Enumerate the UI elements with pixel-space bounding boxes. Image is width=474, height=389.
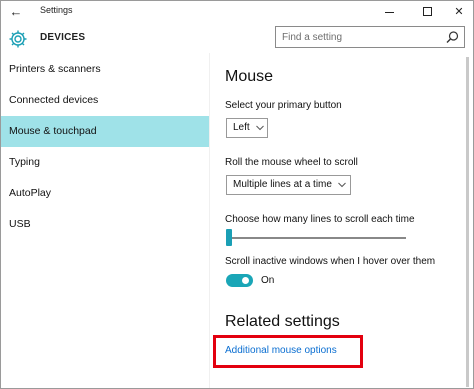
close-icon: ✕ [454,6,464,18]
search-icon[interactable] [444,30,460,45]
search-input[interactable] [282,30,440,45]
maximize-button[interactable] [413,1,443,23]
scroll-label: Roll the mouse wheel to scroll [225,157,358,168]
back-arrow-icon[interactable]: ← [5,2,27,22]
sidebar-item-typing[interactable]: Typing [1,147,209,178]
maximize-icon [423,7,432,16]
section-heading-mouse: Mouse [225,68,274,85]
scroll-value: Multiple lines at a time [233,179,332,190]
sidebar-item-mouse-touchpad[interactable]: Mouse & touchpad [1,116,209,147]
toggle-knob [242,277,249,284]
main-content: Mouse Select your primary button Left Ro… [210,53,461,388]
settings-window: ← Settings ✕ DEVICES Printers & scanners… [0,0,474,389]
scrollbar-thumb[interactable] [466,57,469,387]
primary-button-label: Select your primary button [225,100,342,111]
scroll-dropdown[interactable]: Multiple lines at a time [226,175,351,195]
section-heading-related: Related settings [225,313,340,330]
chevron-down-icon [338,182,346,188]
window-title: Settings [40,5,73,15]
sidebar-item-autoplay[interactable]: AutoPlay [1,178,209,209]
title-bar: ← Settings ✕ [1,1,473,23]
additional-mouse-options-link[interactable]: Additional mouse options [225,345,337,356]
sidebar-item-usb[interactable]: USB [1,209,209,240]
gear-icon [9,30,27,48]
page-header: DEVICES [1,23,473,53]
chevron-down-icon [256,125,264,131]
scrollbar[interactable] [461,53,473,388]
inactive-scroll-label: Scroll inactive windows when I hover ove… [225,256,436,267]
sidebar-item-connected-devices[interactable]: Connected devices [1,85,209,116]
inactive-scroll-toggle[interactable] [226,274,253,287]
toggle-state-label: On [261,275,275,286]
lines-slider-track[interactable] [226,237,406,239]
sidebar-item-printers-scanners[interactable]: Printers & scanners [1,54,209,85]
minimize-icon [385,12,394,13]
page-title: DEVICES [40,32,86,43]
minimize-button[interactable] [375,1,405,23]
sidebar: Printers & scanners Connected devices Mo… [1,53,209,388]
close-button[interactable]: ✕ [444,1,473,23]
primary-button-dropdown[interactable]: Left [226,118,268,138]
search-box[interactable] [275,26,465,48]
lines-label: Choose how many lines to scroll each tim… [225,214,415,225]
lines-slider-thumb[interactable] [226,229,232,246]
primary-button-value: Left [233,122,250,133]
